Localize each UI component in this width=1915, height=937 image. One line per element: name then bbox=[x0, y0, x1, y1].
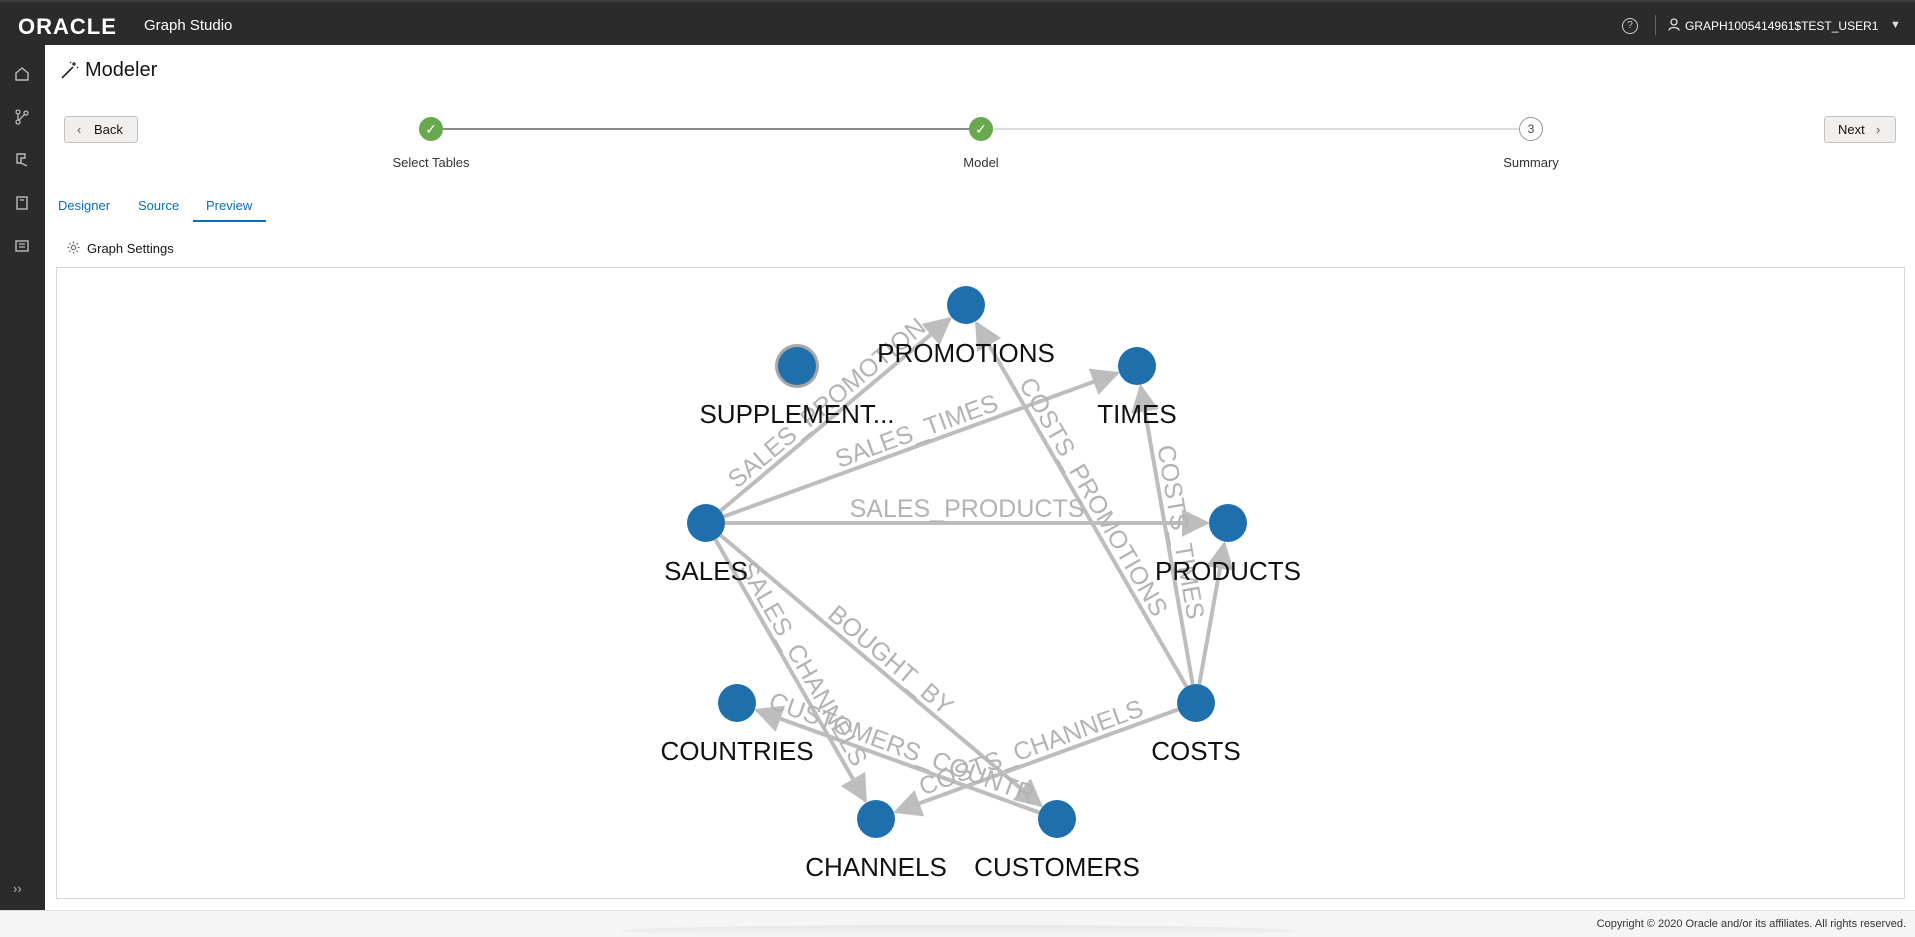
modeler-icon[interactable] bbox=[13, 151, 31, 169]
scroll-shadow bbox=[620, 925, 1295, 937]
node-label: PROMOTIONS bbox=[877, 338, 1055, 368]
graph-canvas[interactable]: SALES_PROMOTION SALES_TIMES SALES_PRODUCTS… bbox=[56, 267, 1905, 899]
edge-label: SALES_PRODUCTS bbox=[850, 495, 1085, 523]
chevron-down-icon[interactable]: ▼ bbox=[1890, 19, 1901, 31]
node-circle[interactable] bbox=[1118, 347, 1156, 385]
copyright-text: Copyright © 2020 Oracle and/or its affil… bbox=[1596, 918, 1906, 930]
next-button[interactable]: Next › bbox=[1824, 116, 1896, 143]
node-circle[interactable] bbox=[687, 504, 725, 542]
step-select-tables-check-icon[interactable]: ✓ bbox=[419, 117, 443, 141]
graph-node-sales[interactable]: SALES bbox=[664, 504, 748, 586]
step-label-model: Model bbox=[963, 155, 999, 170]
home-icon[interactable] bbox=[13, 65, 31, 83]
sidebar: ›› bbox=[0, 45, 45, 910]
step-model-check-icon[interactable]: ✓ bbox=[969, 117, 993, 141]
jobs-icon[interactable] bbox=[13, 237, 31, 255]
user-name[interactable]: GRAPH1005414961$TEST_USER1 bbox=[1685, 19, 1878, 33]
help-icon[interactable]: ? bbox=[1622, 18, 1638, 34]
node-label: PRODUCTS bbox=[1155, 556, 1301, 586]
stepper-track-pending bbox=[994, 128, 1519, 130]
graph-node-customers[interactable]: CUSTOMERS bbox=[974, 800, 1140, 882]
node-label: CHANNELS bbox=[805, 852, 947, 882]
graph-icon[interactable] bbox=[13, 108, 31, 126]
tab-designer[interactable]: Designer bbox=[58, 198, 110, 213]
node-circle[interactable] bbox=[1038, 800, 1076, 838]
tab-source[interactable]: Source bbox=[138, 198, 179, 213]
tab-preview[interactable]: Preview bbox=[206, 198, 252, 213]
node-label: SALES bbox=[664, 556, 748, 586]
page-title: Modeler bbox=[85, 59, 158, 81]
step-summary-number[interactable]: 3 bbox=[1519, 117, 1543, 141]
chevron-left-icon: ‹ bbox=[77, 122, 82, 137]
stepper-track-complete bbox=[443, 128, 982, 130]
graph-node-costs[interactable]: COSTS bbox=[1151, 684, 1241, 766]
divider bbox=[1655, 15, 1656, 35]
node-label: COSTS bbox=[1151, 736, 1241, 766]
active-tab-indicator bbox=[193, 220, 266, 222]
magic-wand-icon bbox=[60, 60, 80, 85]
node-label: SUPPLEMENT... bbox=[699, 399, 894, 429]
graph-settings-label[interactable]: Graph Settings bbox=[87, 241, 174, 256]
gear-icon[interactable] bbox=[66, 240, 81, 260]
node-circle[interactable] bbox=[857, 800, 895, 838]
step-label-summary: Summary bbox=[1503, 155, 1559, 170]
node-label: COUNTRIES bbox=[660, 736, 813, 766]
node-circle[interactable] bbox=[778, 347, 816, 385]
chevron-right-icon: › bbox=[1876, 122, 1881, 137]
graph-visualization[interactable]: SALES_PROMOTIONSALES_TIMESSALES_PRODUCTS… bbox=[57, 268, 1904, 898]
node-circle[interactable] bbox=[1209, 504, 1247, 542]
next-button-label: Next bbox=[1838, 122, 1865, 137]
node-circle[interactable] bbox=[947, 286, 985, 324]
oracle-logo[interactable]: ORACLE bbox=[18, 14, 117, 40]
graph-node-channels[interactable]: CHANNELS bbox=[805, 800, 947, 882]
step-label-select-tables: Select Tables bbox=[392, 155, 470, 170]
notebook-icon[interactable] bbox=[13, 194, 31, 212]
node-circle[interactable] bbox=[1177, 684, 1215, 722]
product-name: Graph Studio bbox=[144, 17, 233, 34]
expand-sidebar-icon[interactable]: ›› bbox=[13, 881, 31, 899]
back-button-label: Back bbox=[94, 122, 123, 137]
top-bar: ORACLE Graph Studio ? GRAPH1005414961$TE… bbox=[0, 0, 1915, 45]
node-label: CUSTOMERS bbox=[974, 852, 1140, 882]
graph-node-times[interactable]: TIMES bbox=[1097, 347, 1177, 429]
back-button[interactable]: ‹ Back bbox=[64, 116, 138, 143]
node-label: TIMES bbox=[1097, 399, 1176, 429]
edge-label: BOUGHT_BY bbox=[823, 600, 959, 721]
user-icon[interactable] bbox=[1668, 18, 1680, 36]
node-circle[interactable] bbox=[718, 684, 756, 722]
